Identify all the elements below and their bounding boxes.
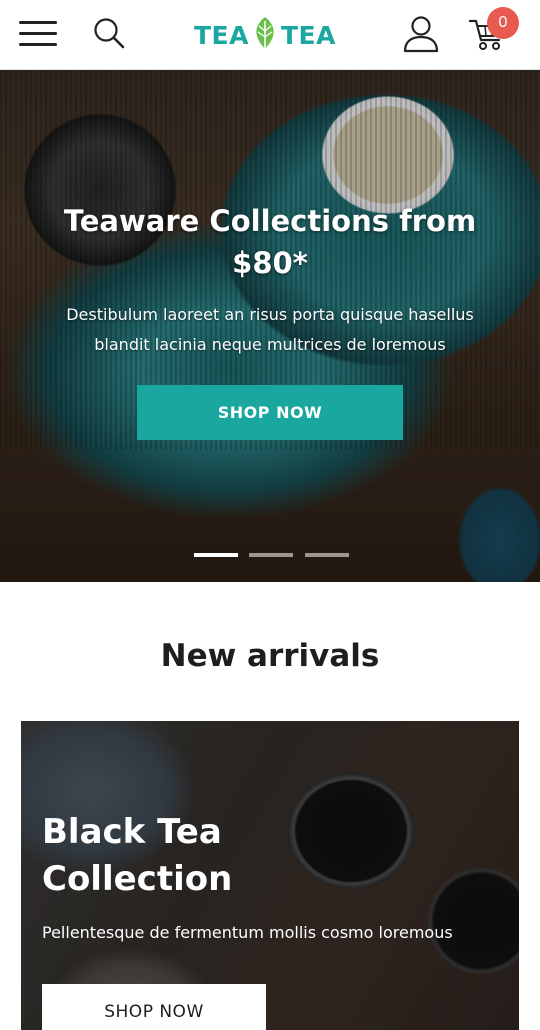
card-title: Black Tea Collection	[42, 812, 233, 899]
section-title-new-arrivals: New arrivals	[160, 638, 380, 674]
hero-title: Teaware Collections from $80*	[63, 204, 477, 280]
user-icon[interactable]	[402, 15, 440, 53]
menu-bar	[19, 21, 57, 24]
hero-shop-now-button[interactable]: SHOP NOW	[137, 385, 403, 440]
search-icon[interactable]	[92, 16, 126, 50]
leaf-icon	[256, 17, 274, 53]
search-icon-graphic	[94, 18, 125, 49]
logo-text-right: TEA	[280, 20, 336, 50]
site-header: TEA TEA 0	[0, 0, 540, 70]
slider-dot[interactable]	[249, 553, 293, 557]
slider-dot[interactable]	[305, 553, 349, 557]
menu-bar	[19, 43, 57, 46]
slider-dot[interactable]	[194, 553, 238, 557]
cart-count-badge: 0	[487, 7, 519, 39]
menu-bar	[19, 32, 57, 35]
menu-icon[interactable]	[19, 20, 57, 48]
user-icon-graphic	[403, 16, 439, 53]
hero-content: Teaware Collections from $80* Destibulum…	[0, 70, 540, 582]
hero-banner: Teaware Collections from $80* Destibulum…	[0, 70, 540, 582]
hero-description: Destibulum laoreet an risus porta quisqu…	[66, 305, 474, 354]
card-shop-now-button[interactable]: SHOP NOW	[42, 984, 266, 1030]
collection-card[interactable]: Black Tea Collection Pellentesque de fer…	[21, 721, 519, 1030]
slider-pagination	[0, 553, 540, 559]
card-description: Pellentesque de fermentum mollis cosmo l…	[42, 923, 453, 942]
logo-text-left: TEA	[194, 20, 249, 50]
site-logo[interactable]: TEA TEA	[194, 12, 344, 58]
